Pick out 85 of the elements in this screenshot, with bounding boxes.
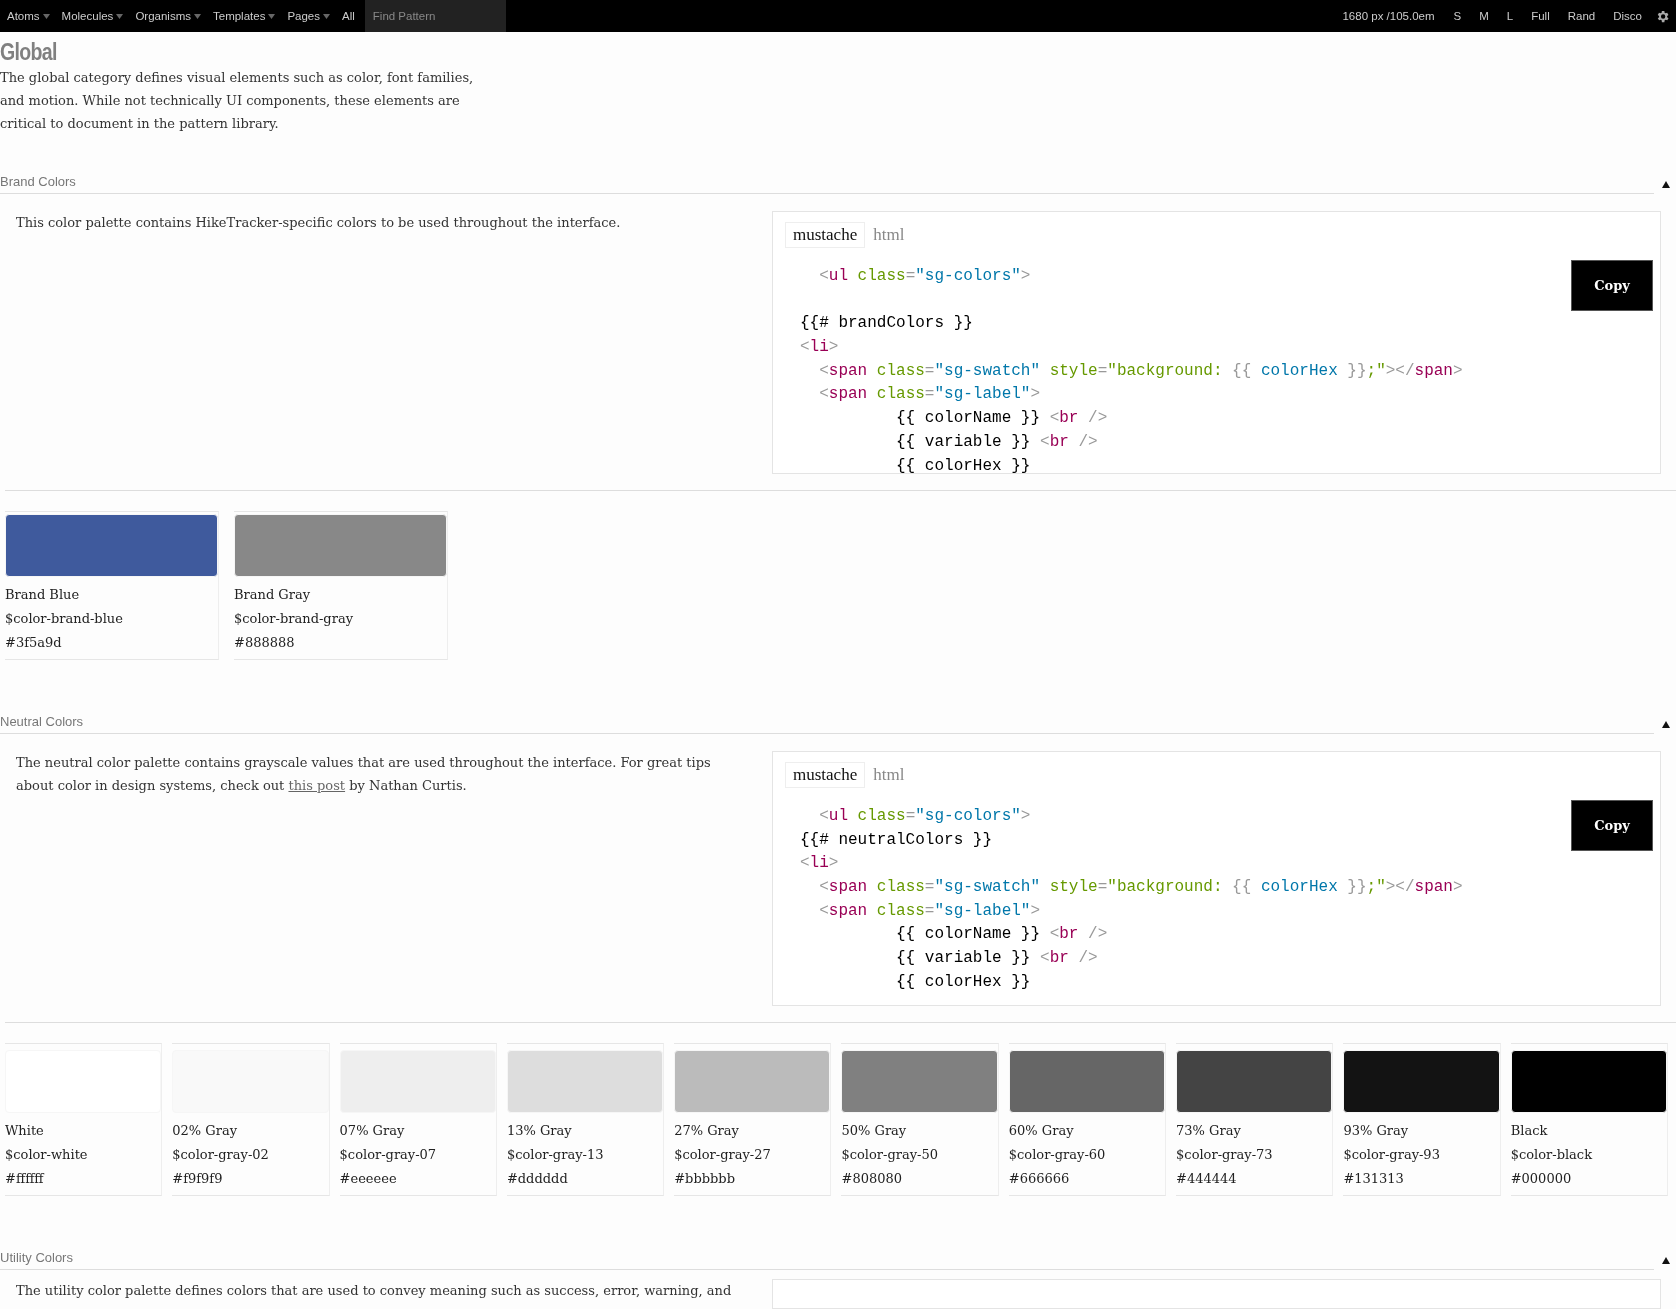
color-variable: $color-black <box>1510 1146 1594 1164</box>
section-title: Utility Colors <box>0 1250 1654 1270</box>
viewport-size-button[interactable]: Disco <box>1604 10 1651 22</box>
code-line: <li> <box>800 853 839 875</box>
viewport-size-readout[interactable]: 1680 px /105.0em <box>1342 10 1435 22</box>
code-line: <span class="sg-swatch" style="background: {{ colorHex }};"></span> <box>818 877 1463 899</box>
viewport-size-button[interactable]: Rand <box>1558 10 1605 22</box>
color-name: 07% Gray <box>339 1122 406 1140</box>
viewport-size-button[interactable]: Full <box>1522 10 1559 22</box>
section-description: The utility color palette defines colors that are used to convey meaning such as success, error, warning, and <box>15 1282 733 1300</box>
color-name: Brand Gray <box>234 586 312 604</box>
section-description: This color palette contains HikeTracker-specific colors to be used throughout the interface. <box>15 214 622 232</box>
color-name: Black <box>1510 1122 1549 1140</box>
color-variable: $color-gray-27 <box>674 1146 772 1164</box>
color-name: 60% Gray <box>1008 1122 1075 1140</box>
nav-menu-item[interactable]: Atoms <box>0 10 56 22</box>
nav-menu-item[interactable]: Pages <box>281 10 336 22</box>
code-line: <ul class="sg-colors"> <box>818 806 1031 827</box>
copy-button[interactable]: Copy <box>1571 800 1653 851</box>
page-description: The global category defines visual elements such as color, font families, and motion. While not technically UI components, these elements are critical to document in the pattern library. <box>0 69 475 133</box>
color-hex: #444444 <box>1176 1170 1238 1188</box>
code-line: <span class="sg-label"> <box>818 900 1041 922</box>
color-hex: #666666 <box>1008 1170 1071 1188</box>
code-tab[interactable]: mustache <box>785 222 866 248</box>
viewport-size-button[interactable]: M <box>1470 10 1498 22</box>
collapse-toggle-icon[interactable] <box>1662 720 1670 728</box>
color-hex: #000000 <box>1510 1170 1573 1188</box>
color-hex: #bbbbbb <box>674 1170 736 1188</box>
code-line: {{ variable }} <br /> <box>895 948 1098 970</box>
code-line: {{ variable }} <br /> <box>895 431 1098 453</box>
color-name: 73% Gray <box>1176 1122 1242 1140</box>
color-name: Brand Blue <box>5 586 81 604</box>
code-tab[interactable]: html <box>865 222 913 248</box>
color-hex: #ffffff <box>5 1170 46 1188</box>
code-tab[interactable]: mustache <box>785 762 866 788</box>
color-hex: #dddddd <box>506 1170 569 1188</box>
color-variable: $color-white <box>5 1146 89 1164</box>
color-variable: $color-gray-50 <box>841 1146 940 1164</box>
section-title: Brand Colors <box>0 174 1654 194</box>
section-title: Neutral Colors <box>0 714 1654 734</box>
nav-menu-item[interactable]: Molecules <box>55 10 130 22</box>
section-description: The neutral color palette contains grayscale values that are used throughout the interface. For great tips about color in design systems, check out this post by Nathan Curtis. <box>15 754 712 795</box>
viewport-size-button[interactable]: S <box>1444 10 1471 22</box>
color-hex: #3f5a9d <box>5 634 63 652</box>
color-name: 27% Gray <box>674 1122 740 1140</box>
color-name: 50% Gray <box>841 1122 908 1140</box>
color-variable: $color-brand-gray <box>234 610 354 628</box>
code-line: {{ colorName }} <br /> <box>895 408 1108 430</box>
color-hex: #131313 <box>1343 1170 1405 1188</box>
search-field[interactable]: Find Pattern <box>364 0 506 32</box>
nav-menu-item[interactable]: Organisms <box>129 10 207 22</box>
color-variable: $color-gray-13 <box>506 1146 605 1164</box>
settings-icon[interactable] <box>1655 8 1670 24</box>
code-line: {{# neutralColors }} <box>800 829 993 851</box>
code-line: <ul class="sg-colors"> <box>818 266 1031 287</box>
color-variable: $color-gray-07 <box>339 1146 438 1164</box>
color-variable: $color-gray-60 <box>1008 1146 1107 1164</box>
code-line: {{ colorHex }} <box>895 455 1031 473</box>
color-hex: #808080 <box>841 1170 903 1188</box>
color-hex: #eeeeee <box>339 1170 398 1188</box>
color-hex: #888888 <box>234 634 296 652</box>
code-line: {{ colorHex }} <box>895 971 1031 993</box>
nav-menu-item[interactable]: All <box>336 10 361 22</box>
collapse-toggle-icon[interactable] <box>1662 1256 1670 1264</box>
color-variable: $color-brand-blue <box>5 610 124 628</box>
code-line: {{ colorName }} <br /> <box>895 924 1108 946</box>
copy-button[interactable]: Copy <box>1571 260 1653 311</box>
code-tab[interactable]: html <box>865 762 913 788</box>
nav-menu-item[interactable]: Templates <box>207 10 282 22</box>
color-name: 93% Gray <box>1343 1122 1410 1140</box>
code-line: <span class="sg-swatch" style="background: {{ colorHex }};"></span> <box>818 360 1463 382</box>
code-line: <span class="sg-label"> <box>818 384 1041 406</box>
color-name: 13% Gray <box>506 1122 573 1140</box>
link[interactable]: this post <box>288 778 346 793</box>
color-name: White <box>5 1122 45 1140</box>
color-variable: $color-gray-73 <box>1176 1146 1274 1164</box>
viewport-size-button[interactable]: L <box>1497 10 1523 22</box>
collapse-toggle-icon[interactable] <box>1662 180 1670 188</box>
color-variable: $color-gray-93 <box>1343 1146 1441 1164</box>
color-hex: #f9f9f9 <box>172 1170 224 1188</box>
color-variable: $color-gray-02 <box>172 1146 270 1164</box>
page-title: Global <box>0 38 58 66</box>
code-line: {{# brandColors }} <box>800 313 973 335</box>
color-name: 02% Gray <box>172 1122 239 1140</box>
code-line: <li> <box>800 337 839 359</box>
